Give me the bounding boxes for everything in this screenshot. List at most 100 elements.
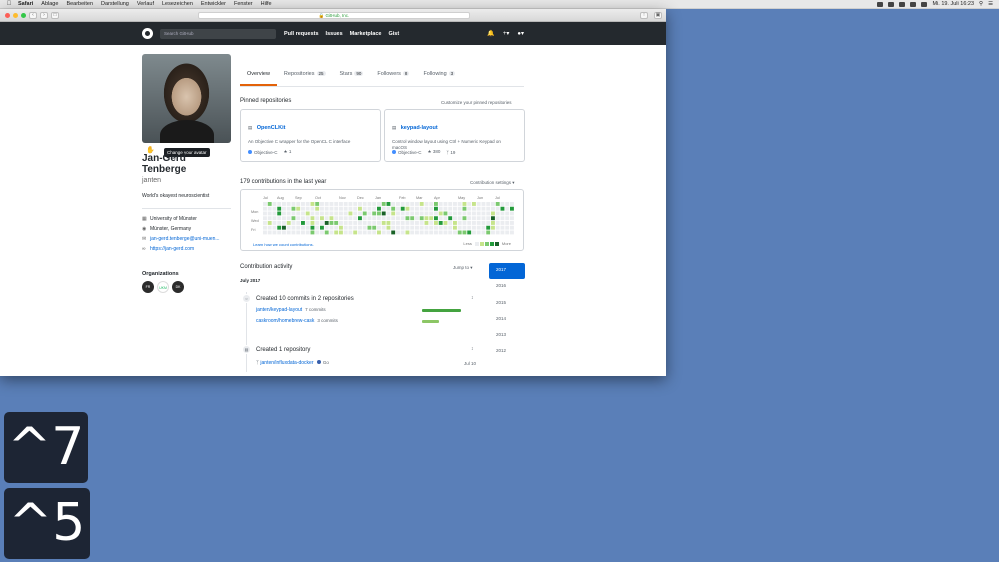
contribution-day[interactable] [429, 221, 434, 225]
contribution-day[interactable] [310, 225, 315, 230]
user-menu-icon[interactable]: ●▾ [517, 30, 524, 37]
contribution-day[interactable] [434, 211, 438, 216]
contribution-day[interactable] [410, 202, 415, 206]
contribution-day[interactable] [367, 206, 372, 211]
contribution-day[interactable] [329, 221, 334, 225]
contribution-day[interactable] [343, 216, 348, 221]
contribution-day[interactable] [272, 230, 277, 235]
contribution-day[interactable] [476, 206, 481, 211]
contribution-day[interactable] [486, 225, 491, 230]
contribution-day[interactable] [453, 202, 457, 206]
contribution-day[interactable] [267, 211, 272, 216]
contribution-day[interactable] [372, 202, 377, 206]
back-icon[interactable]: ‹ [29, 11, 37, 19]
contribution-day[interactable] [457, 221, 462, 225]
contribution-day[interactable] [462, 211, 467, 216]
contribution-day[interactable] [510, 216, 514, 221]
forward-icon[interactable]: › [40, 11, 48, 19]
contribution-day[interactable] [372, 206, 377, 211]
contribution-day[interactable] [410, 216, 415, 221]
contribution-day[interactable] [467, 221, 472, 225]
contribution-day[interactable] [334, 206, 339, 211]
menubar-clock[interactable]: Mi. 19. Juli 16:23 [932, 1, 974, 7]
contribution-day[interactable] [362, 206, 367, 211]
contribution-day[interactable] [291, 216, 296, 221]
contribution-day[interactable] [263, 225, 267, 230]
contribution-day[interactable] [467, 230, 472, 235]
contribution-day[interactable] [353, 211, 358, 216]
contribution-day[interactable] [343, 230, 348, 235]
contribution-day[interactable] [405, 206, 410, 211]
contribution-day[interactable] [491, 202, 495, 206]
contribution-day[interactable] [377, 202, 381, 206]
contribution-day[interactable] [320, 225, 324, 230]
contribution-day[interactable] [476, 216, 481, 221]
contribution-day[interactable] [505, 216, 510, 221]
contribution-day[interactable] [282, 216, 286, 221]
wifi-icon[interactable] [910, 1, 917, 7]
contribution-day[interactable] [481, 221, 486, 225]
contribution-day[interactable] [419, 230, 424, 235]
contribution-day[interactable] [495, 216, 500, 221]
contribution-day[interactable] [296, 206, 301, 211]
minimize-window-icon[interactable] [13, 12, 18, 18]
contribution-day[interactable] [272, 206, 277, 211]
contribution-day[interactable] [301, 225, 305, 230]
contribution-day[interactable] [419, 221, 424, 225]
contribution-day[interactable] [296, 202, 301, 206]
contribution-day[interactable] [486, 211, 491, 216]
record-icon[interactable] [877, 1, 884, 7]
contribution-day[interactable] [419, 216, 424, 221]
contribution-day[interactable] [381, 230, 386, 235]
contribution-day[interactable] [353, 216, 358, 221]
contribution-day[interactable] [381, 221, 386, 225]
contribution-day[interactable] [301, 206, 305, 211]
contribution-day[interactable] [362, 211, 367, 216]
contribution-day[interactable] [329, 230, 334, 235]
contribution-day[interactable] [315, 211, 320, 216]
contribution-day[interactable] [443, 230, 448, 235]
year-2017[interactable]: 2017 [489, 263, 525, 280]
contribution-day[interactable] [410, 221, 415, 225]
menu-verlauf[interactable]: Verlauf [137, 1, 154, 7]
contribution-day[interactable] [391, 202, 396, 206]
contribution-day[interactable] [339, 202, 343, 206]
contribution-day[interactable] [305, 221, 310, 225]
contribution-day[interactable] [367, 211, 372, 216]
search-icon[interactable]: ⚲ [979, 1, 983, 7]
contribution-day[interactable] [434, 206, 438, 211]
contribution-day[interactable] [453, 221, 457, 225]
contribution-day[interactable] [410, 211, 415, 216]
avatar[interactable] [142, 54, 231, 143]
contribution-day[interactable] [377, 225, 381, 230]
contribution-day[interactable] [396, 202, 400, 206]
org-avatar-2[interactable]: UKM [157, 281, 169, 293]
contribution-day[interactable] [500, 211, 505, 216]
contribution-day[interactable] [291, 211, 296, 216]
contribution-day[interactable] [272, 221, 277, 225]
contribution-day[interactable] [434, 202, 438, 206]
contribution-day[interactable] [282, 225, 286, 230]
contribution-day[interactable] [339, 221, 343, 225]
contribution-day[interactable] [434, 230, 438, 235]
contribution-day[interactable] [405, 202, 410, 206]
contribution-day[interactable] [329, 211, 334, 216]
contribution-day[interactable] [486, 230, 491, 235]
contribution-day[interactable] [505, 230, 510, 235]
contribution-day[interactable] [510, 230, 514, 235]
contribution-day[interactable] [277, 225, 282, 230]
contribution-day[interactable] [457, 225, 462, 230]
contribution-day[interactable] [263, 230, 267, 235]
contribution-day[interactable] [272, 225, 277, 230]
pinned-repo-stars[interactable]: ★ 380 [428, 149, 441, 155]
address-bar[interactable]: 🔒 GitHub, Inc. [198, 12, 470, 19]
tab-followers[interactable]: Followers 8 [370, 65, 416, 86]
contribution-day[interactable] [481, 202, 486, 206]
contribution-day[interactable] [315, 221, 320, 225]
contribution-day[interactable] [400, 202, 405, 206]
contribution-day[interactable] [443, 221, 448, 225]
contribution-day[interactable] [320, 211, 324, 216]
contribution-day[interactable] [400, 216, 405, 221]
contribution-day[interactable] [301, 230, 305, 235]
year-2014[interactable]: 2014 [489, 312, 525, 328]
